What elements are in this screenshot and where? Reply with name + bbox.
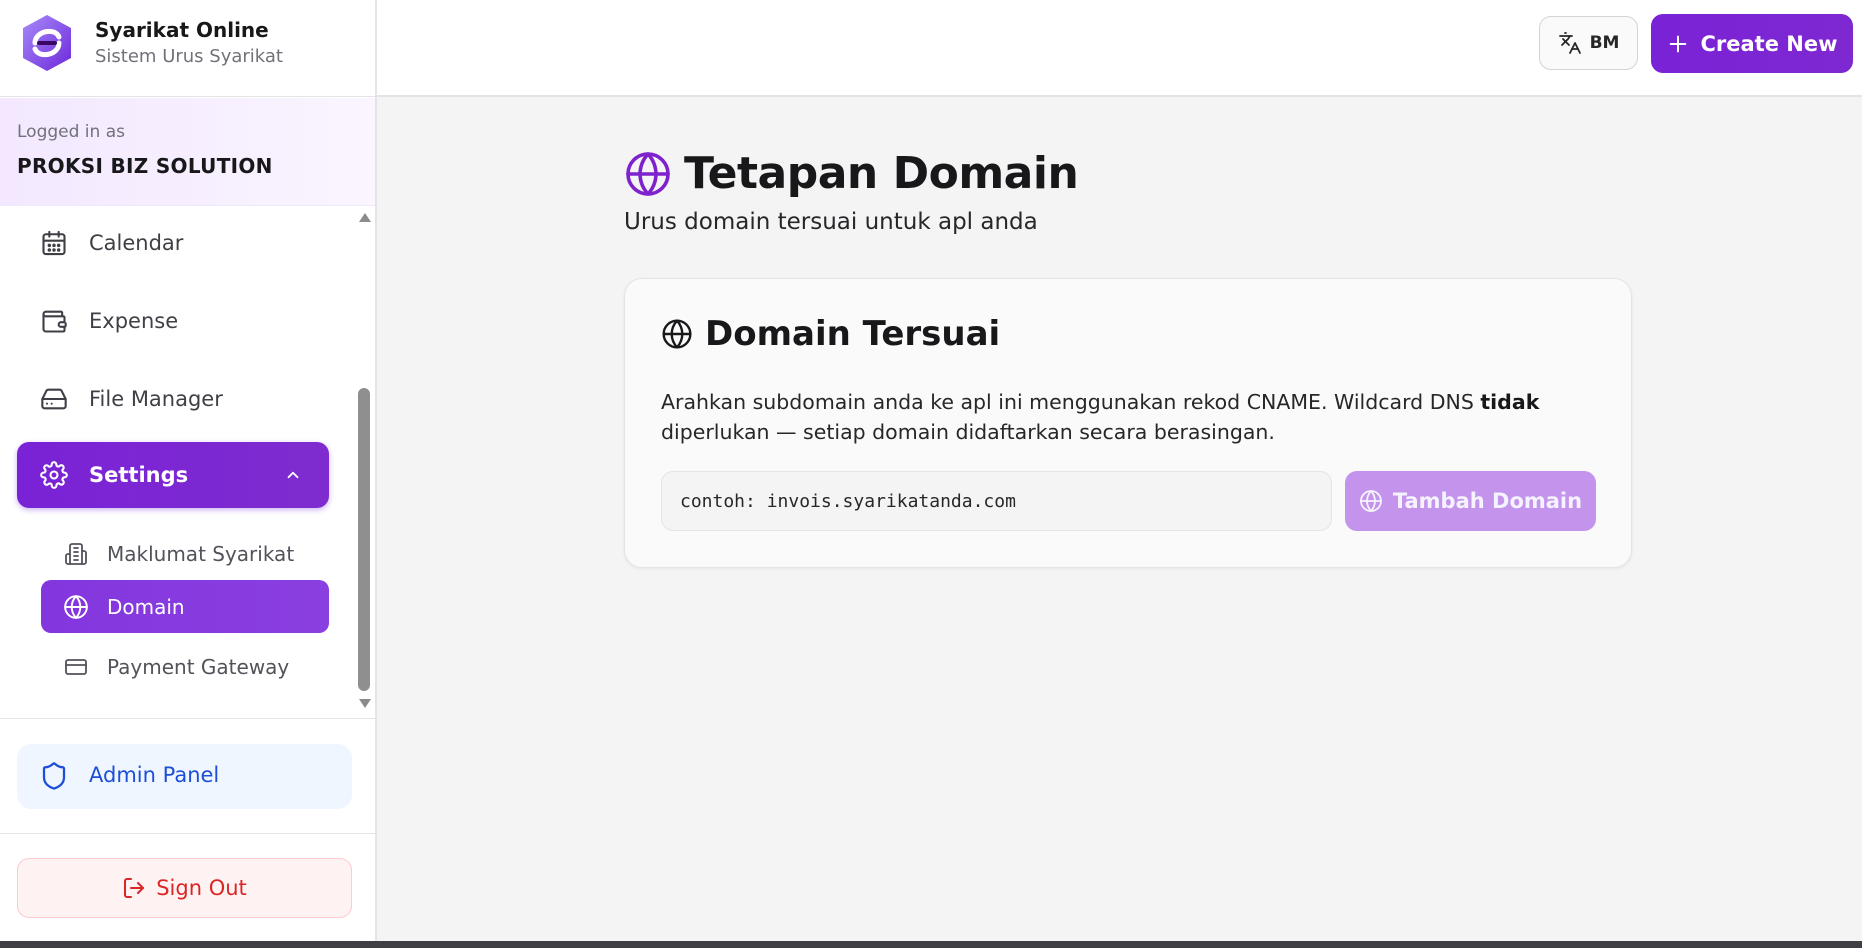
- custom-domain-card: Domain Tersuai Arahkan subdomain anda ke…: [624, 278, 1632, 568]
- admin-panel-button[interactable]: Admin Panel: [17, 744, 352, 809]
- hard-drive-icon: [39, 384, 69, 414]
- sidebar-item-calendar[interactable]: Calendar: [17, 212, 329, 274]
- brand-name: Syarikat Online: [95, 18, 269, 42]
- sign-out-button[interactable]: Sign Out: [17, 858, 352, 918]
- page-header: Tetapan Domain: [624, 148, 1079, 199]
- brand-header: Syarikat Online Sistem Urus Syarikat: [0, 0, 375, 97]
- sidebar-item-expense[interactable]: Expense: [17, 290, 329, 352]
- add-domain-button[interactable]: Tambah Domain: [1345, 471, 1596, 531]
- logged-in-panel: Logged in as: [0, 98, 375, 206]
- sidebar-subitem-label: Domain: [107, 594, 185, 619]
- logged-in-label: Logged in as: [17, 122, 125, 142]
- scroll-down-arrow-icon[interactable]: [359, 699, 371, 708]
- card-header: Domain Tersuai: [661, 314, 1000, 354]
- log-out-icon: [124, 878, 145, 898]
- page-subtitle: Urus domain tersuai untuk apl anda: [624, 209, 1038, 235]
- brand-subtitle: Sistem Urus Syarikat: [95, 46, 283, 67]
- brand-logo[interactable]: [19, 13, 75, 73]
- calendar-icon: [39, 228, 69, 258]
- credit-card-icon: [63, 654, 89, 680]
- card-description: Arahkan subdomain anda ke apl ini menggu…: [661, 387, 1591, 447]
- sidebar-nav: Calendar Expense File Manager Settings M…: [0, 207, 375, 717]
- admin-panel-label: Admin Panel: [89, 763, 220, 787]
- globe-icon: [626, 151, 670, 196]
- domain-input[interactable]: [661, 471, 1332, 531]
- card-title: Domain Tersuai: [705, 314, 1001, 354]
- description-emphasis: tidak: [1480, 390, 1540, 414]
- description-text: Arahkan subdomain anda ke apl ini menggu…: [661, 390, 1481, 414]
- sidebar-item-label: File Manager: [89, 387, 223, 411]
- app-window: Syarikat Online Sistem Urus Syarikat Log…: [0, 0, 1862, 948]
- sidebar-item-label: Settings: [89, 463, 189, 487]
- shield-icon: [42, 762, 66, 790]
- building-icon: [63, 541, 89, 567]
- company-name: PROKSI BIZ SOLUTION: [17, 154, 273, 178]
- globe-icon: [63, 594, 89, 620]
- scroll-up-arrow-icon[interactable]: [359, 213, 371, 222]
- window-bottom-edge: [0, 941, 1862, 948]
- create-new-button[interactable]: Create New: [1651, 14, 1853, 73]
- chevron-up-icon[interactable]: [283, 465, 303, 485]
- language-toggle-button[interactable]: BM: [1539, 16, 1638, 70]
- sidebar-subitem-label: Payment Gateway: [107, 654, 290, 679]
- sidebar-subitem-domain[interactable]: Domain: [41, 580, 329, 633]
- create-new-label: Create New: [1700, 31, 1838, 56]
- sidebar-subitem-maklumat-syarikat[interactable]: Maklumat Syarikat: [41, 527, 329, 580]
- admin-section: Admin Panel: [0, 718, 375, 834]
- sign-out-label: Sign Out: [156, 876, 247, 900]
- scroll-thumb[interactable]: [358, 388, 370, 691]
- gear-icon: [39, 460, 69, 490]
- sidebar-item-label: Calendar: [89, 231, 184, 255]
- sidebar-subitem-label: Maklumat Syarikat: [107, 541, 295, 566]
- language-label: BM: [1589, 33, 1620, 53]
- globe-icon: [662, 319, 692, 349]
- description-text: diperlukan — setiap domain didaftarkan s…: [661, 420, 1275, 444]
- page-title: Tetapan Domain: [684, 148, 1079, 199]
- sidebar-subitem-payment-gateway[interactable]: Payment Gateway: [41, 640, 329, 693]
- translate-icon: [1558, 32, 1581, 54]
- plus-icon: [1669, 35, 1686, 52]
- sidebar-item-file-manager[interactable]: File Manager: [17, 368, 329, 430]
- sidebar: Syarikat Online Sistem Urus Syarikat Log…: [0, 0, 377, 941]
- sidebar-item-label: Expense: [89, 309, 179, 333]
- add-domain-label: Tambah Domain: [1392, 489, 1583, 513]
- sidebar-item-settings[interactable]: Settings: [17, 442, 329, 508]
- sidebar-scrollbar[interactable]: [355, 213, 373, 713]
- top-bar: BM Create New: [377, 0, 1862, 97]
- wallet-icon: [39, 306, 69, 336]
- globe-icon: [1359, 490, 1382, 512]
